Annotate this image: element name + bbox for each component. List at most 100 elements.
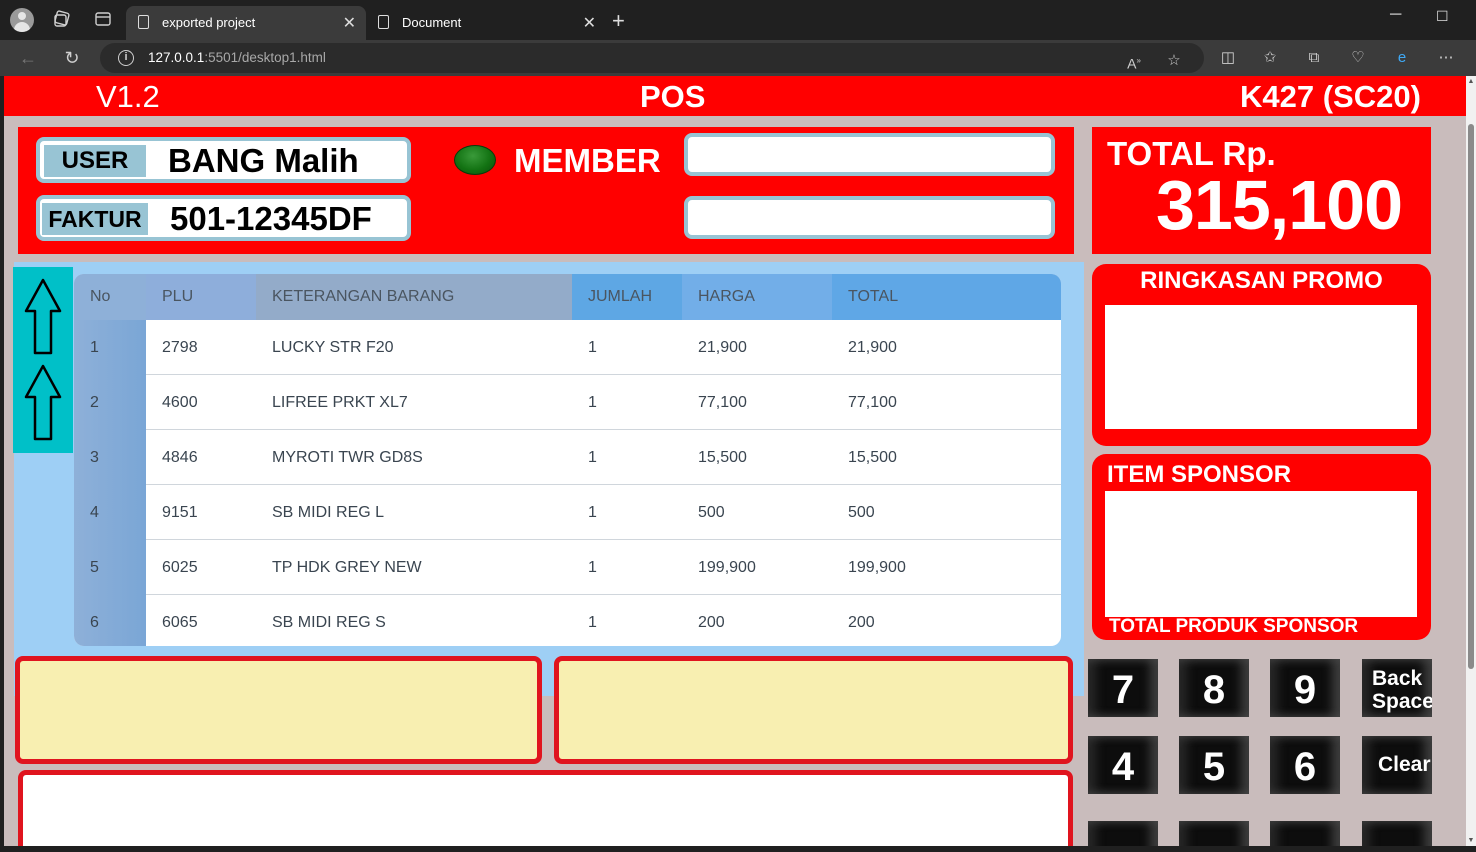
browser-essentials-icon[interactable]: ♡ <box>1346 46 1370 70</box>
maximize-icon[interactable]: ☐ <box>1436 8 1449 25</box>
key-1-button[interactable] <box>1088 821 1158 846</box>
table-row[interactable]: 3 4846 MYROTI TWR GD8S 1 15,500 15,500 <box>74 430 1061 485</box>
info-box-right <box>554 656 1073 764</box>
promo-summary-box <box>1105 305 1417 429</box>
document-icon <box>378 15 389 29</box>
favorite-star-icon[interactable]: ☆ <box>1162 49 1186 73</box>
sponsor-title: ITEM SPONSOR <box>1107 461 1292 488</box>
cell-jumlah: 1 <box>588 449 597 466</box>
tab-label: exported project <box>162 15 256 30</box>
close-icon[interactable]: ✕ <box>583 13 596 33</box>
cell-jumlah: 1 <box>588 559 597 576</box>
cell-plu: 4846 <box>162 449 198 466</box>
table-row[interactable]: 1 2798 LUCKY STR F20 1 21,900 21,900 <box>74 320 1061 375</box>
scrollbar-thumb[interactable] <box>1468 124 1474 669</box>
profile-avatar[interactable] <box>10 8 34 32</box>
read-aloud-icon[interactable]: A» <box>1122 49 1146 73</box>
cell-no: 1 <box>74 320 146 375</box>
workspaces-icon[interactable] <box>51 10 73 32</box>
column-header-plu[interactable]: PLU <box>146 274 256 320</box>
key-3-button[interactable] <box>1270 821 1340 846</box>
table-row[interactable]: 2 4600 LIFREE PRKT XL7 1 77,100 77,100 <box>74 375 1061 430</box>
table-row[interactable]: 4 9151 SB MIDI REG L 1 500 500 <box>74 485 1061 540</box>
key-9-button[interactable]: 9 <box>1270 659 1340 717</box>
total-panel: TOTAL Rp. 315,100 <box>1092 127 1431 254</box>
cell-total: 21,900 <box>848 339 897 356</box>
cell-no: 6 <box>74 595 146 646</box>
key-enter-button[interactable] <box>1362 821 1432 846</box>
scroll-up-button[interactable] <box>23 277 63 357</box>
clear-button[interactable]: Clear <box>1362 736 1432 794</box>
table-row[interactable]: 6 6065 SB MIDI REG S 1 200 200 <box>74 595 1061 646</box>
cell-jumlah: 1 <box>588 339 597 356</box>
sponsor-items-box <box>1105 491 1417 617</box>
tab-document[interactable]: Document ✕ <box>366 6 606 40</box>
back-icon[interactable]: ← <box>16 46 40 70</box>
page-scrollbar[interactable]: ▲ ▼ <box>1466 76 1476 846</box>
key-6-button[interactable]: 6 <box>1270 736 1340 794</box>
backspace-button[interactable]: Back Space <box>1362 659 1432 717</box>
cell-plu: 6065 <box>162 614 198 631</box>
key-2-button[interactable] <box>1179 821 1249 846</box>
page-title: POS <box>640 79 706 114</box>
cell-total: 77,100 <box>848 394 897 411</box>
cell-keterangan: SB MIDI REG L <box>272 504 385 521</box>
pos-header: V1.2 POS K427 (SC20) <box>4 76 1466 116</box>
scroll-up-button-2[interactable] <box>23 363 63 443</box>
more-menu-icon[interactable]: ⋯ <box>1434 46 1458 70</box>
message-box <box>18 770 1073 846</box>
tab-actions-icon[interactable] <box>92 10 114 32</box>
arrow-up-icon <box>24 364 62 441</box>
backspace-label-1: Back <box>1372 667 1423 690</box>
table-header: No PLU KETERANGAN BARANG JUMLAH HARGA TO… <box>74 274 1061 320</box>
document-icon <box>138 15 149 29</box>
edge-icon[interactable]: e <box>1390 46 1414 70</box>
key-4-button[interactable]: 4 <box>1088 736 1158 794</box>
collections-icon[interactable]: ⧉ <box>1302 46 1326 70</box>
version-label: V1.2 <box>96 79 160 114</box>
minimize-icon[interactable]: ─ <box>1390 6 1401 24</box>
key-5-button[interactable]: 5 <box>1179 736 1249 794</box>
cell-jumlah: 1 <box>588 614 597 631</box>
tab-exported-project[interactable]: exported project ✕ <box>126 6 366 40</box>
cell-harga: 15,500 <box>698 449 747 466</box>
column-header-keterangan[interactable]: KETERANGAN BARANG <box>256 274 572 320</box>
cell-no: 4 <box>74 485 146 540</box>
member-status-indicator <box>454 145 496 175</box>
refresh-icon[interactable]: ↻ <box>60 46 84 70</box>
scroll-down-arrow-icon[interactable]: ▼ <box>1467 837 1475 844</box>
key-8-button[interactable]: 8 <box>1179 659 1249 717</box>
items-table: No PLU KETERANGAN BARANG JUMLAH HARGA TO… <box>74 274 1061 646</box>
column-header-total[interactable]: TOTAL <box>832 274 1061 320</box>
member-id-input[interactable] <box>684 133 1055 176</box>
cell-jumlah: 1 <box>588 394 597 411</box>
promo-summary-panel: RINGKASAN PROMO <box>1092 264 1431 446</box>
cell-plu: 2798 <box>162 339 198 356</box>
address-bar[interactable]: i 127.0.0.1:5501/desktop1.html A» ☆ <box>100 43 1204 73</box>
cell-plu: 9151 <box>162 504 198 521</box>
backspace-label-2: Space <box>1372 690 1432 713</box>
cell-total: 15,500 <box>848 449 897 466</box>
new-tab-icon[interactable]: + <box>612 8 625 34</box>
info-box-left <box>15 656 542 764</box>
cell-keterangan: LIFREE PRKT XL7 <box>272 394 408 411</box>
cell-harga: 500 <box>698 504 725 521</box>
cell-total: 500 <box>848 504 875 521</box>
cell-no: 3 <box>74 430 146 485</box>
key-7-button[interactable]: 7 <box>1088 659 1158 717</box>
column-header-harga[interactable]: HARGA <box>682 274 832 320</box>
faktur-field: FAKTUR 501-12345DF <box>36 195 411 241</box>
cell-total: 200 <box>848 614 875 631</box>
split-screen-icon[interactable]: ◫ <box>1216 46 1240 70</box>
scroll-up-arrow-icon[interactable]: ▲ <box>1467 78 1475 85</box>
column-header-jumlah[interactable]: JUMLAH <box>572 274 682 320</box>
info-icon[interactable]: i <box>118 50 134 66</box>
favorites-icon[interactable]: ✩ <box>1258 46 1282 70</box>
table-row[interactable]: 5 6025 TP HDK GREY NEW 1 199,900 199,900 <box>74 540 1061 595</box>
close-icon[interactable]: ✕ <box>343 13 356 33</box>
member-name-input[interactable] <box>684 196 1055 239</box>
cell-harga: 21,900 <box>698 339 747 356</box>
pos-page: V1.2 POS K427 (SC20) USER BANG Malih FAK… <box>4 76 1466 846</box>
url-text: 127.0.0.1:5501/desktop1.html <box>148 50 326 65</box>
column-header-no[interactable]: No <box>74 274 146 320</box>
